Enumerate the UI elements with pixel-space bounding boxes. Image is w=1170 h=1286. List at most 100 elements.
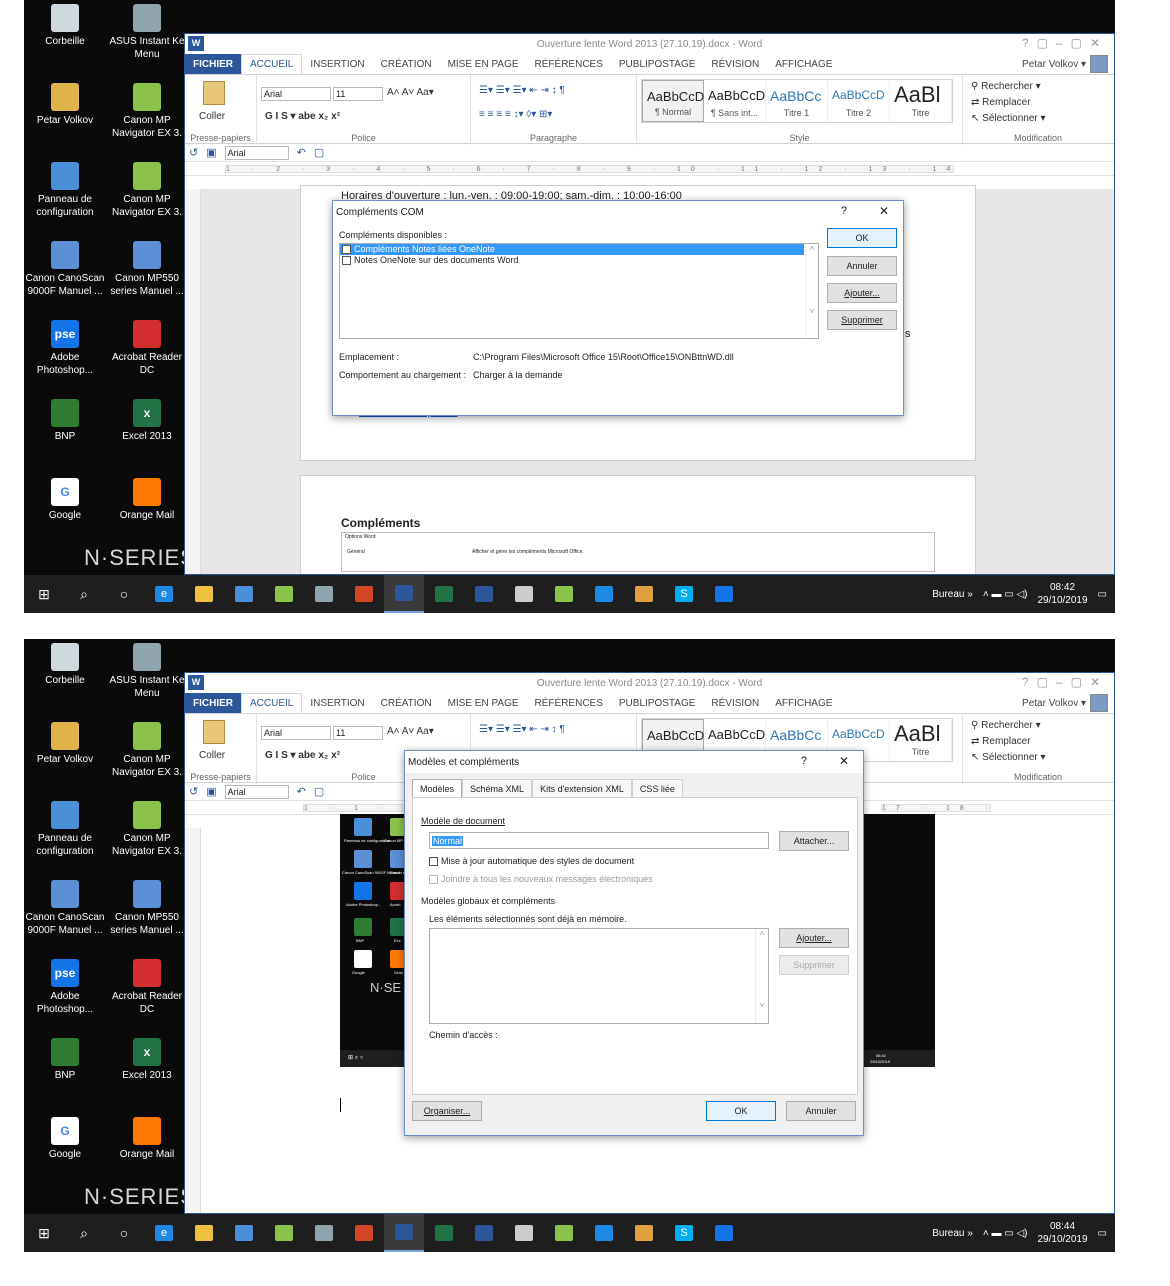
- word-taskbar-icon[interactable]: [384, 1214, 424, 1252]
- select-button[interactable]: ↖ Sélectionner ▾: [971, 113, 1046, 124]
- desktop-icon[interactable]: Panneau de configuration: [24, 162, 106, 219]
- cancel-button[interactable]: Annuler: [827, 256, 897, 276]
- attach-button[interactable]: Attacher...: [779, 831, 849, 851]
- list-scrollbar[interactable]: ˄ ˅: [805, 244, 818, 338]
- style-titre[interactable]: AaBl Titre: [890, 719, 952, 761]
- desktop-icon[interactable]: ASUS Instant Ke Menu: [106, 4, 188, 61]
- tab-accueil[interactable]: ACCUEIL: [241, 54, 303, 74]
- desktop-icon[interactable]: pse Adobe Photoshop...: [24, 320, 106, 377]
- paste-button[interactable]: Coller: [199, 111, 225, 122]
- tab-revision[interactable]: RÉVISION: [703, 54, 767, 74]
- align-buttons[interactable]: ≡ ≡ ≡ ≡ ↕▾ ◊▾ ⊞▾: [479, 109, 552, 120]
- word-alt-icon[interactable]: [464, 1214, 504, 1252]
- clock[interactable]: 08:44 29/10/2019: [1037, 1220, 1087, 1246]
- desktop-icon[interactable]: Corbeille: [24, 4, 106, 48]
- desktop-icon[interactable]: Canon CanoScan 9000F Manuel ...: [24, 880, 106, 937]
- user-account[interactable]: Petar Volkov ▾: [1022, 54, 1108, 74]
- desktop-icon[interactable]: G Google: [24, 1117, 106, 1161]
- tab-publipostage[interactable]: PUBLIPOSTAGE: [611, 54, 704, 74]
- addin-checkbox[interactable]: [342, 245, 351, 255]
- cancel-button[interactable]: Annuler: [786, 1101, 856, 1121]
- undo-arrow-icon[interactable]: ↶: [297, 785, 306, 798]
- desktop-icon[interactable]: Petar Volkov: [24, 722, 106, 766]
- new-doc-icon[interactable]: ▢: [314, 785, 324, 798]
- desktop-icon[interactable]: x Excel 2013: [106, 1038, 188, 1082]
- edge-icon[interactable]: e: [144, 1214, 184, 1252]
- tab-modeles[interactable]: Modèles: [412, 779, 463, 798]
- help-button[interactable]: ?: [801, 755, 807, 767]
- ok-button[interactable]: OK: [827, 228, 897, 248]
- desktop-icon[interactable]: Acrobat Reader DC: [106, 320, 188, 377]
- window-controls[interactable]: ?▢–▢✕: [1022, 675, 1108, 689]
- desktop-icon[interactable]: Canon MP550 series Manuel ...: [106, 880, 188, 937]
- notification-icon[interactable]: ▭: [1098, 589, 1107, 600]
- organize-button[interactable]: Organiser...: [412, 1101, 482, 1121]
- window-controls[interactable]: ?▢–▢✕: [1022, 36, 1108, 50]
- close-icon[interactable]: ✕: [839, 754, 849, 768]
- format-buttons[interactable]: G I S ▾ abe x₂ x²: [265, 111, 340, 122]
- skype-icon[interactable]: S: [664, 575, 704, 613]
- addins-list[interactable]: Compléments Notes liées OneNote Notes On…: [339, 243, 819, 339]
- tab-mise-en-page[interactable]: MISE EN PAGE: [440, 693, 527, 713]
- search-icon[interactable]: ⌕: [64, 1214, 104, 1252]
- bureau-toolbar[interactable]: Bureau »: [932, 589, 973, 600]
- replace-button[interactable]: ⇄ Remplacer: [971, 736, 1031, 747]
- doc-template-input[interactable]: Normal: [429, 832, 769, 849]
- remove-button[interactable]: Supprimer: [827, 310, 897, 330]
- desktop-icon[interactable]: BNP: [24, 399, 106, 443]
- cortana-icon[interactable]: ○: [104, 1214, 144, 1252]
- undo-icon[interactable]: ↺: [189, 146, 198, 159]
- canon-icon[interactable]: [264, 1214, 304, 1252]
- undo-icon[interactable]: ↺: [189, 785, 198, 798]
- desktop-icon[interactable]: Canon CanoScan 9000F Manuel ...: [24, 241, 106, 298]
- windows-start-icon[interactable]: ⊞: [24, 1214, 64, 1252]
- addin-checkbox[interactable]: [342, 256, 351, 266]
- font-name-box[interactable]: Arial: [261, 87, 331, 101]
- paste-icon[interactable]: [203, 81, 225, 105]
- tab-references[interactable]: RÉFÉRENCES: [527, 693, 611, 713]
- replace-button[interactable]: ⇄ Remplacer: [971, 97, 1031, 108]
- font-size-tools[interactable]: A˄ A˅ Aa▾: [387, 726, 434, 737]
- list-item[interactable]: Compléments Notes liées OneNote: [340, 244, 804, 255]
- calculator-icon[interactable]: [504, 1214, 544, 1252]
- scanner-icon[interactable]: [304, 575, 344, 613]
- font-size-box[interactable]: 11: [333, 726, 383, 740]
- notification-icon[interactable]: ▭: [1098, 1228, 1107, 1239]
- tab-insertion[interactable]: INSERTION: [302, 54, 372, 74]
- desktop-icon[interactable]: Orange Mail: [106, 1117, 188, 1161]
- powerpoint-icon[interactable]: [344, 575, 384, 613]
- tab-accueil[interactable]: ACCUEIL: [241, 693, 303, 713]
- desktop-icon[interactable]: G Google: [24, 478, 106, 522]
- close-icon[interactable]: ✕: [879, 204, 889, 218]
- desktop-icon[interactable]: Canon MP Navigator EX 3.: [106, 722, 188, 779]
- edge-icon[interactable]: e: [144, 575, 184, 613]
- style-titre-1[interactable]: AaBbCc Titre 1: [766, 80, 828, 122]
- format-buttons[interactable]: G I S ▾ abe x₂ x²: [265, 750, 340, 761]
- photoshop-taskbar-icon[interactable]: [704, 575, 744, 613]
- desktop-icon[interactable]: Petar Volkov: [24, 83, 106, 127]
- tray-icons[interactable]: ˄ ▬ ▭ ◁): [983, 1228, 1028, 1239]
- desktop-icon[interactable]: Corbeille: [24, 643, 106, 687]
- windows-start-icon[interactable]: ⊞: [24, 575, 64, 613]
- help-button[interactable]: ?: [841, 205, 847, 217]
- list-buttons[interactable]: ☰▾ ☰▾ ☰▾ ⇤ ⇥ ↕ ¶: [479, 85, 565, 96]
- tab-creation[interactable]: CRÉATION: [373, 693, 440, 713]
- desktop-icon[interactable]: Panneau de configuration: [24, 801, 106, 858]
- scanner-icon[interactable]: [304, 1214, 344, 1252]
- desktop-icon[interactable]: Canon MP Navigator EX 3.: [106, 83, 188, 140]
- tab-creation[interactable]: CRÉATION: [373, 54, 440, 74]
- undo-arrow-icon[interactable]: ↶: [297, 146, 306, 159]
- word-taskbar-icon[interactable]: [384, 575, 424, 613]
- tab-css-liee[interactable]: CSS liée: [631, 779, 683, 797]
- select-button[interactable]: ↖ Sélectionner ▾: [971, 752, 1046, 763]
- tab-insertion[interactable]: INSERTION: [302, 693, 372, 713]
- word-alt-icon[interactable]: [464, 575, 504, 613]
- tab-affichage[interactable]: AFFICHAGE: [767, 54, 840, 74]
- font-name-box[interactable]: Arial: [261, 726, 331, 740]
- canon-icon[interactable]: [264, 575, 304, 613]
- paste-button[interactable]: Coller: [199, 750, 225, 761]
- tab-affichage[interactable]: AFFICHAGE: [767, 693, 840, 713]
- auto-update-checkbox[interactable]: Mise à jour automatique des styles de do…: [429, 856, 634, 867]
- file-explorer-icon[interactable]: [184, 575, 224, 613]
- desktop-icon[interactable]: Canon MP550 series Manuel ...: [106, 241, 188, 298]
